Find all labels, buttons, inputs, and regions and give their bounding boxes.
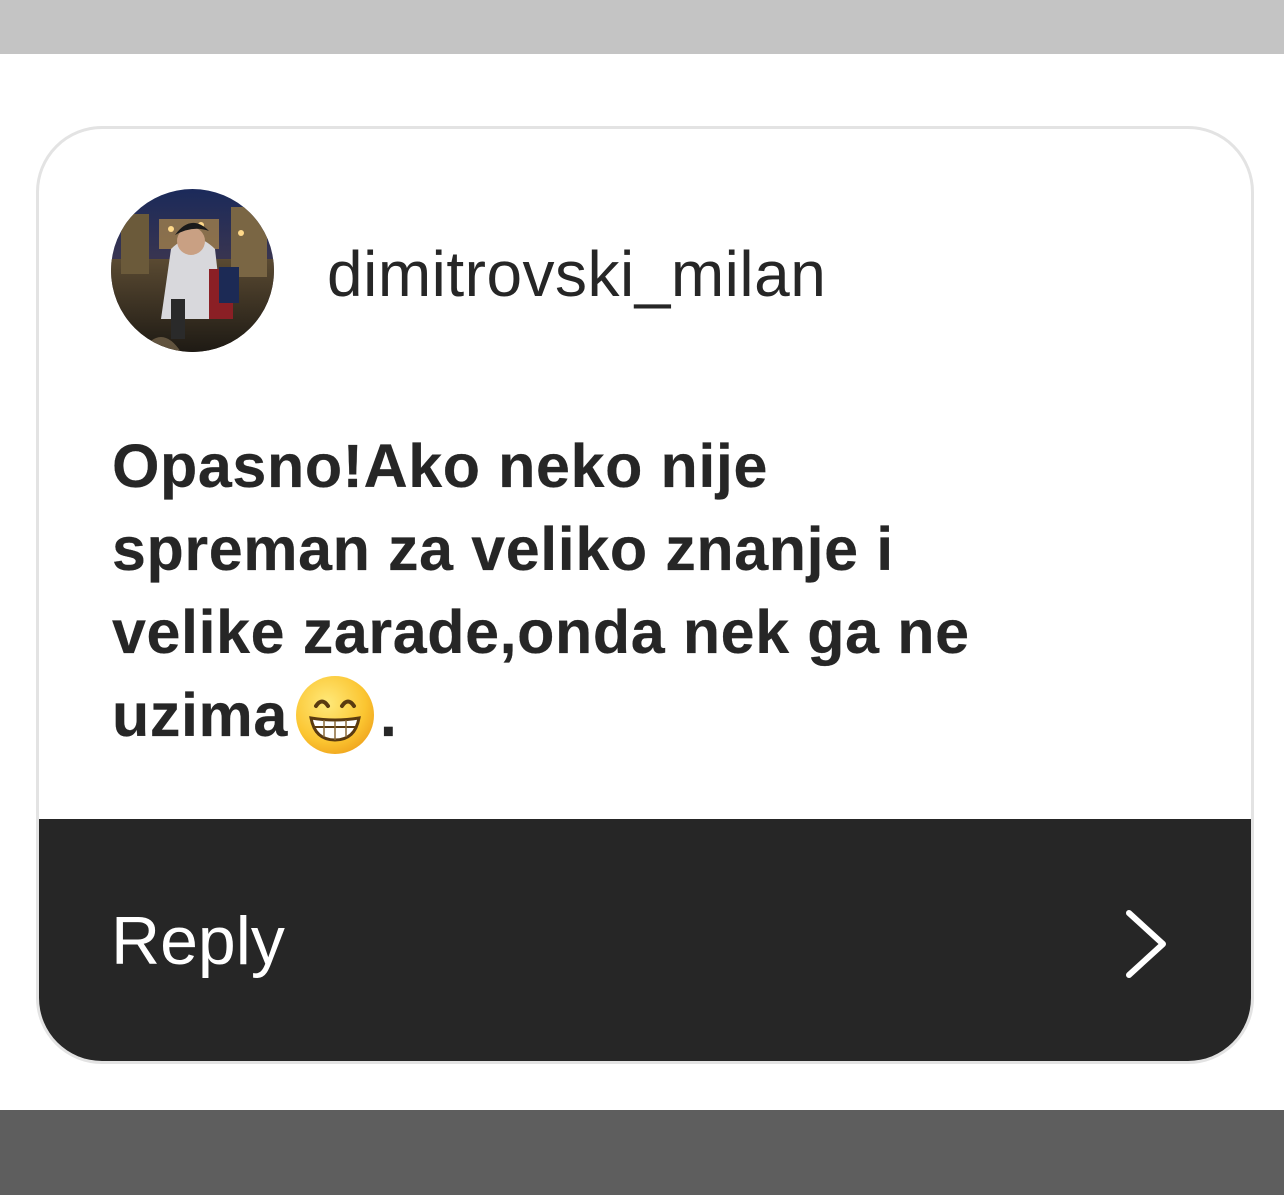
comment-card: dimitrovski_milan Opasno!Ako neko nije s… [36,126,1254,1064]
avatar[interactable] [111,189,274,352]
comment-suffix: . [379,681,398,749]
bottom-band [0,1110,1284,1195]
reply-button[interactable]: Reply [39,819,1251,1061]
comment-line-text: uzima [112,681,288,749]
comment-line-last: uzima . [112,674,1192,757]
top-band [0,0,1284,54]
username[interactable]: dimitrovski_milan [327,234,826,314]
avatar-photo-icon [111,189,274,352]
comment-text: Opasno!Ako neko nije spreman za veliko z… [112,425,1192,757]
grinning-face-emoji-icon [295,675,374,754]
comment-line: spreman za veliko znanje i [112,515,894,583]
comment-line: velike zarade,onda nek ga ne [112,598,970,666]
chevron-right-icon [1126,910,1166,978]
reply-label: Reply [111,903,285,979]
comment-line: Opasno!Ako neko nije [112,432,768,500]
